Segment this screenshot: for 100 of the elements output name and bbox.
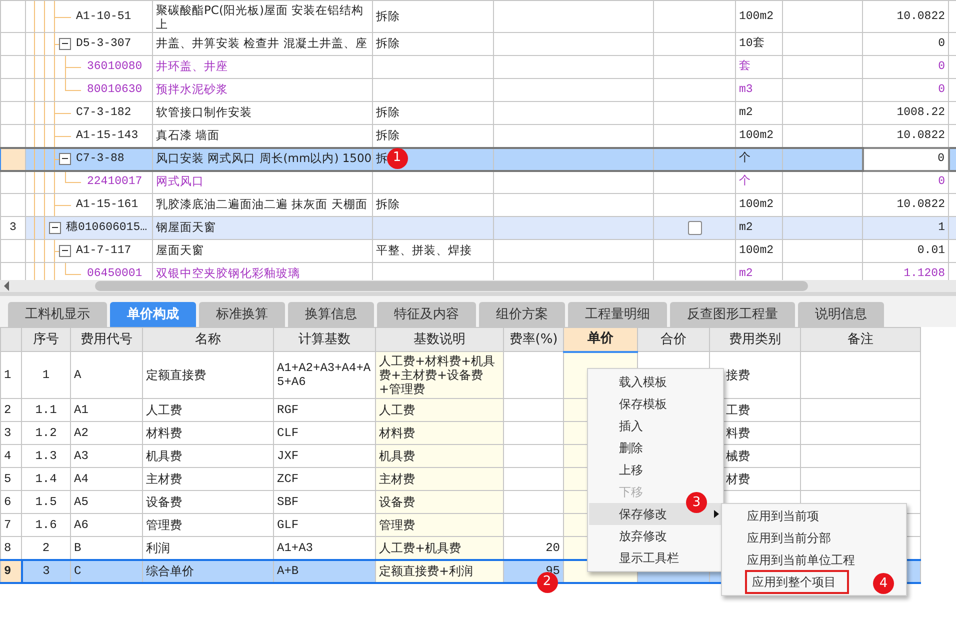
table-cell: 管理费 bbox=[142, 514, 274, 536]
table-cell: 主材费 bbox=[376, 468, 504, 490]
table-cell: 聚碳酸酯PC(阳光板)屋面 安装在铝结构上 bbox=[152, 0, 372, 32]
table-cell: 0.01 bbox=[862, 240, 948, 262]
table-cell: 100m2 bbox=[736, 240, 782, 262]
column-header[interactable]: 合价 bbox=[638, 328, 710, 352]
table-cell: 0 bbox=[862, 78, 948, 102]
table-cell: GLF bbox=[274, 514, 376, 536]
table-cell: A+B bbox=[274, 560, 376, 582]
table-cell: A6 bbox=[70, 514, 142, 536]
table-cell: 网式风口 bbox=[152, 170, 372, 194]
scrollbar-track[interactable] bbox=[0, 280, 956, 296]
menu-item[interactable]: 应用到整个项目 bbox=[746, 571, 848, 593]
table-cell: 主材费 bbox=[142, 468, 274, 490]
table-cell: m2 bbox=[736, 102, 782, 124]
menu-item[interactable]: 应用到当前单位工程 bbox=[723, 549, 905, 571]
table-cell: 套 bbox=[736, 56, 782, 78]
menu-item[interactable]: 放弃修改 bbox=[589, 525, 722, 547]
item-code: A1-15-143 bbox=[76, 128, 138, 143]
item-code: C7-3-88 bbox=[76, 152, 124, 166]
table-cell: CLF bbox=[274, 422, 376, 444]
table-cell: 设备费 bbox=[376, 490, 504, 514]
tab[interactable]: 换算信息 bbox=[288, 302, 374, 327]
table-cell: 1.6 bbox=[22, 514, 70, 536]
item-code: A1-15-161 bbox=[76, 198, 138, 212]
row-number: 3 bbox=[0, 422, 22, 444]
column-header[interactable]: 基数说明 bbox=[376, 328, 504, 352]
row-number: 7 bbox=[0, 514, 22, 536]
menu-item[interactable]: 应用到当前项 bbox=[723, 505, 905, 527]
table-cell: 个 bbox=[736, 170, 782, 194]
table-cell: 综合单价 bbox=[142, 560, 274, 582]
table-cell: 1.5 bbox=[22, 490, 70, 514]
collapse-icon[interactable] bbox=[59, 244, 71, 257]
table-cell: 10.0822 bbox=[862, 0, 948, 32]
row-number: 2 bbox=[0, 398, 22, 422]
scroll-left-icon[interactable] bbox=[4, 281, 9, 291]
table-cell: 材料费 bbox=[376, 422, 504, 444]
table-cell: 1 bbox=[22, 352, 70, 398]
table-cell: 人工费 bbox=[376, 398, 504, 422]
column-header[interactable]: 费用类别 bbox=[710, 328, 800, 352]
table-cell: 1 bbox=[862, 216, 948, 240]
table-cell: 定额直接费 bbox=[142, 352, 274, 398]
table-cell: 1008.22 bbox=[862, 102, 948, 124]
column-header[interactable]: 序号 bbox=[22, 328, 70, 352]
table-cell: 0 bbox=[862, 170, 948, 194]
tab[interactable]: 说明信息 bbox=[798, 302, 884, 327]
column-header[interactable]: 计算基数 bbox=[274, 328, 376, 352]
tab[interactable]: 特征及内容 bbox=[377, 302, 476, 327]
collapse-icon[interactable] bbox=[59, 38, 71, 50]
table-cell: SBF bbox=[274, 490, 376, 514]
row-number: 6 bbox=[0, 490, 22, 514]
table-cell: 1.4 bbox=[22, 468, 70, 490]
item-code: 穗010606015… bbox=[66, 221, 148, 235]
table-cell: 井环盖、井座 bbox=[152, 56, 372, 78]
table-cell: m2 bbox=[736, 216, 782, 240]
table-cell: 0 bbox=[862, 32, 948, 56]
table-cell: ZCF bbox=[274, 468, 376, 490]
table-cell: 机具费 bbox=[142, 444, 274, 468]
table-cell: 机具费 bbox=[376, 444, 504, 468]
column-header[interactable]: 费率(%) bbox=[504, 328, 564, 352]
table-cell: A bbox=[70, 352, 142, 398]
table-cell: 屋面天窗 bbox=[152, 240, 372, 262]
item-code: D5-3-307 bbox=[76, 37, 132, 51]
row-number: 1 bbox=[0, 352, 22, 398]
table-cell: 0 bbox=[862, 148, 948, 170]
column-header[interactable]: 名称 bbox=[142, 328, 274, 352]
table-cell: 0 bbox=[862, 56, 948, 78]
row-number: 4 bbox=[0, 444, 22, 468]
table-cell: A3 bbox=[70, 444, 142, 468]
item-code: 36010080 bbox=[87, 60, 142, 74]
table-cell: 1.1 bbox=[22, 398, 70, 422]
table-cell: 风口安装 网式风口 周长(mm以内) 1500 bbox=[152, 148, 372, 170]
item-code: C7-3-182 bbox=[76, 106, 132, 120]
collapse-icon[interactable] bbox=[59, 152, 71, 165]
table-cell: 3 bbox=[22, 560, 70, 582]
table-cell: 定额直接费+利润 bbox=[376, 560, 504, 582]
menu-item[interactable]: 应用到当前分部 bbox=[723, 527, 905, 549]
table-cell: 井盖、井箅安装 检查井 混凝土井盖、座 bbox=[152, 32, 372, 56]
tab[interactable]: 反查图形工程量 bbox=[670, 302, 795, 327]
table-cell: 100m2 bbox=[736, 0, 782, 32]
table-cell: JXF bbox=[274, 444, 376, 468]
menu-item[interactable]: 显示工具栏 bbox=[589, 547, 722, 569]
table-cell: A5 bbox=[70, 490, 142, 514]
table-cell: 人工费+材料费+机具费+主材费+设备费+管理费 bbox=[376, 352, 504, 398]
item-code: A1-7-117 bbox=[76, 244, 132, 258]
table-cell: 预拌水泥砂浆 bbox=[152, 78, 372, 102]
checkbox[interactable] bbox=[688, 221, 702, 235]
collapse-icon[interactable] bbox=[49, 222, 61, 234]
row-number: 5 bbox=[0, 468, 22, 490]
column-header[interactable]: 费用代号 bbox=[70, 328, 142, 352]
tab[interactable]: 工程量明细 bbox=[568, 302, 667, 327]
tab[interactable]: 工料机显示 bbox=[8, 302, 107, 327]
table-cell: 1.3 bbox=[22, 444, 70, 468]
scrollbar-thumb[interactable] bbox=[95, 281, 808, 291]
table-cell: A1 bbox=[70, 398, 142, 422]
tab[interactable]: 组价方案 bbox=[479, 302, 565, 327]
tab[interactable]: 标准换算 bbox=[199, 302, 285, 327]
column-header[interactable]: 备注 bbox=[800, 328, 920, 352]
column-header[interactable]: 单价 bbox=[564, 328, 638, 352]
item-code: 06450001 bbox=[87, 267, 142, 280]
